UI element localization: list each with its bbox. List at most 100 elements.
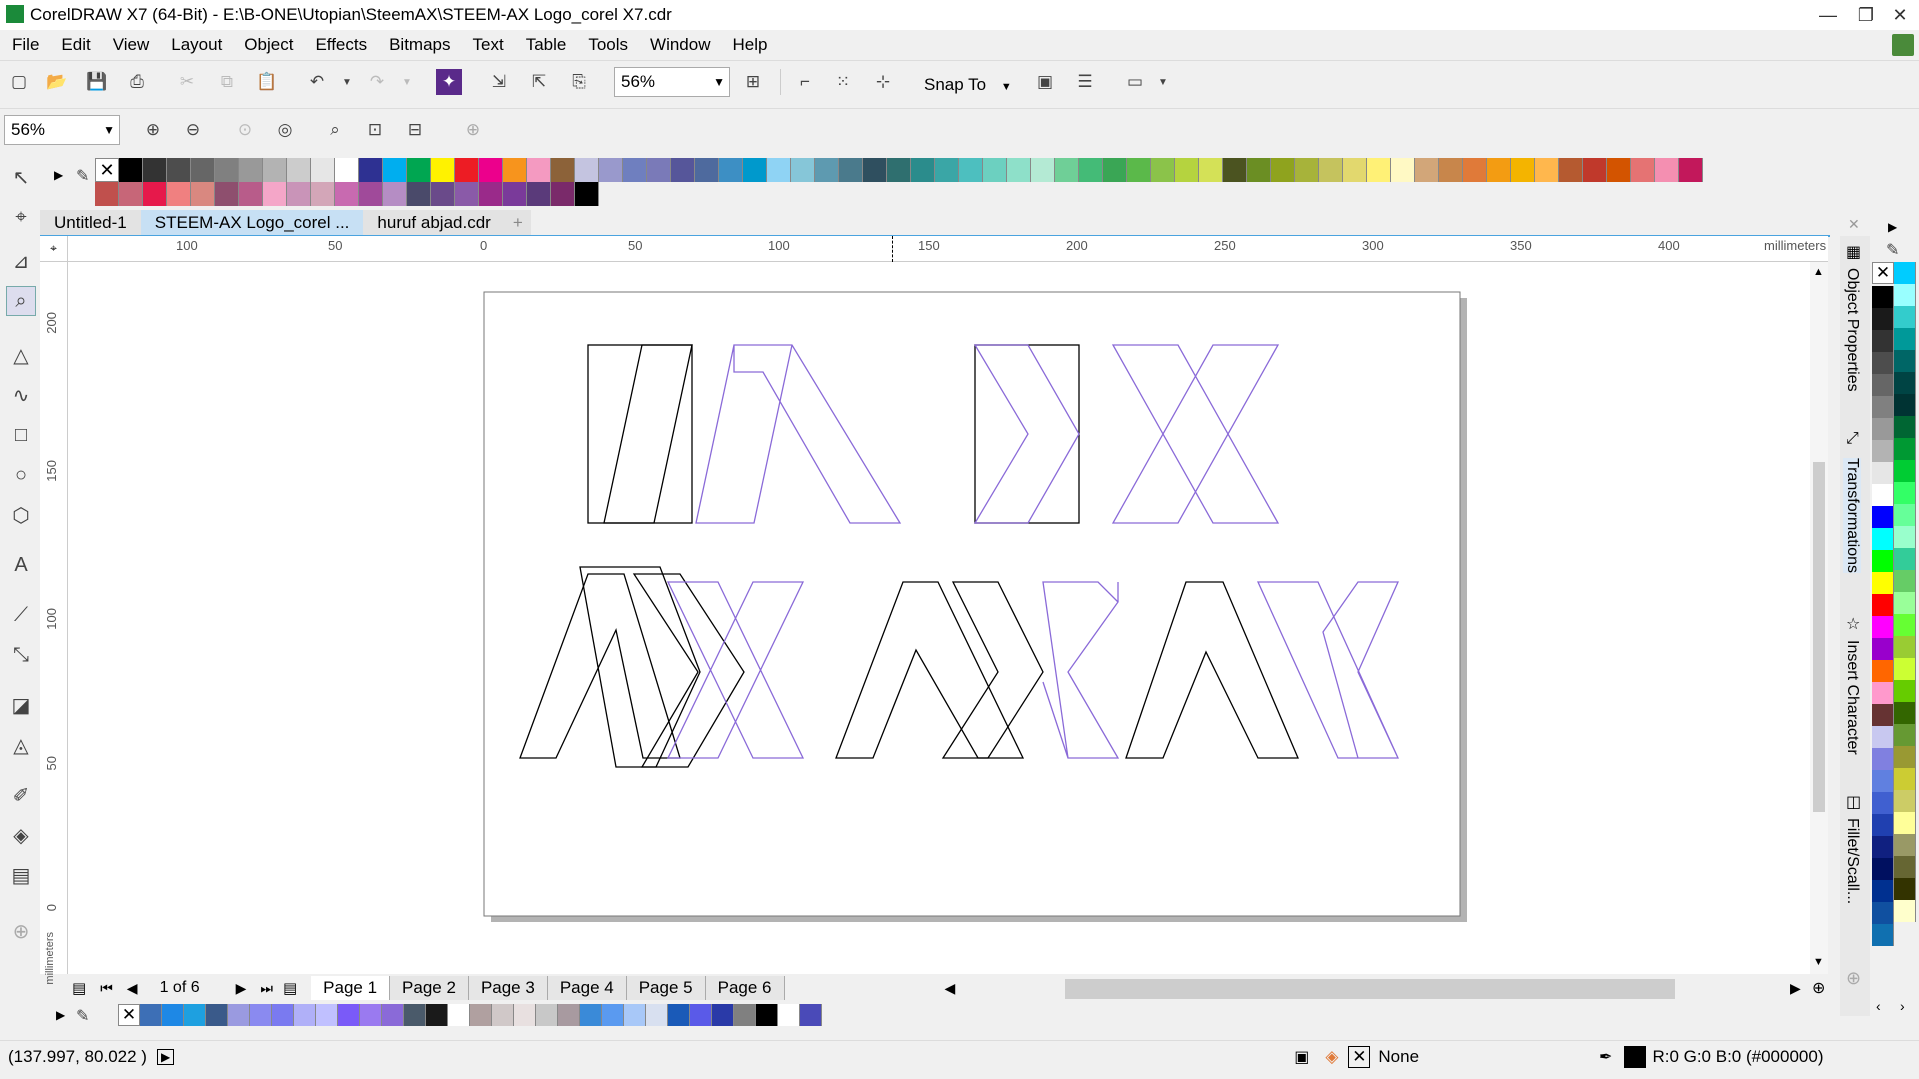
redo-dropdown-icon[interactable]: ▼ <box>394 69 420 95</box>
minimize-button[interactable]: — <box>1808 0 1848 30</box>
color-swatch[interactable] <box>228 1004 250 1026</box>
color-swatch[interactable] <box>1894 460 1916 482</box>
menu-window[interactable]: Window <box>639 35 721 55</box>
color-swatch[interactable] <box>1872 704 1894 726</box>
color-swatch[interactable] <box>1872 902 1894 924</box>
scroll-right-icon[interactable]: ▶ <box>1790 980 1801 997</box>
show-guidelines-icon[interactable]: ⊹ <box>870 69 896 95</box>
color-swatch[interactable] <box>1894 834 1916 856</box>
color-swatch[interactable] <box>404 1004 426 1026</box>
zoom-in-icon[interactable]: ⊕ <box>140 117 166 143</box>
bottom-eyedropper-icon[interactable]: ✎ <box>76 1006 89 1026</box>
color-swatch[interactable] <box>1894 724 1916 746</box>
color-swatch[interactable] <box>551 182 575 206</box>
color-swatch[interactable] <box>668 1004 690 1026</box>
color-swatch[interactable] <box>470 1004 492 1026</box>
eyedropper-icon[interactable]: ✎ <box>76 166 89 186</box>
color-swatch[interactable] <box>95 182 119 206</box>
color-swatch[interactable] <box>1415 158 1439 182</box>
color-swatch[interactable] <box>1872 528 1894 550</box>
color-swatch[interactable] <box>1894 878 1916 900</box>
color-swatch[interactable] <box>1894 284 1916 306</box>
color-swatch[interactable] <box>1872 286 1894 308</box>
color-swatch[interactable] <box>1151 158 1175 182</box>
color-swatch[interactable] <box>743 158 767 182</box>
color-swatch[interactable] <box>602 1004 624 1026</box>
color-swatch[interactable] <box>191 182 215 206</box>
color-swatch[interactable] <box>1894 900 1916 922</box>
color-swatch[interactable] <box>1199 158 1223 182</box>
color-swatch[interactable] <box>863 158 887 182</box>
color-eyedropper-tool-icon[interactable]: ✐ <box>6 780 36 810</box>
color-swatch[interactable] <box>1295 158 1319 182</box>
fill-icon[interactable]: ◈ <box>1325 1047 1338 1067</box>
color-swatch[interactable] <box>162 1004 184 1026</box>
color-swatch[interactable] <box>1079 158 1103 182</box>
color-swatch[interactable] <box>1559 158 1583 182</box>
ellipse-tool-icon[interactable]: ○ <box>6 460 36 490</box>
docker-tab-transformations[interactable]: Transformations <box>1843 458 1861 573</box>
paste-icon[interactable]: 📋 <box>254 69 280 95</box>
vertical-ruler[interactable]: 200 150 100 50 0 millimeters <box>40 262 68 985</box>
color-swatch[interactable] <box>1247 158 1271 182</box>
color-swatch[interactable] <box>712 1004 734 1026</box>
color-swatch[interactable] <box>1894 416 1916 438</box>
color-swatch[interactable] <box>887 158 911 182</box>
color-swatch[interactable] <box>1583 158 1607 182</box>
color-swatch[interactable] <box>558 1004 580 1026</box>
color-swatch[interactable] <box>1175 158 1199 182</box>
search-content-icon[interactable]: ✦ <box>436 69 462 95</box>
color-swatch[interactable] <box>695 158 719 182</box>
color-swatch[interactable] <box>407 158 431 182</box>
outline-color-swatch[interactable] <box>1624 1045 1647 1068</box>
color-swatch[interactable] <box>448 1004 470 1026</box>
cut-icon[interactable]: ✂ <box>174 69 200 95</box>
color-swatch[interactable] <box>492 1004 514 1026</box>
color-swatch[interactable] <box>1894 482 1916 504</box>
color-swatch[interactable] <box>1535 158 1559 182</box>
color-swatch[interactable] <box>671 158 695 182</box>
color-swatch[interactable] <box>479 158 503 182</box>
palette-scroll-icon[interactable]: ▶ <box>54 168 63 182</box>
color-swatch[interactable] <box>719 158 743 182</box>
tab-huruf-abjad[interactable]: huruf abjad.cdr <box>363 210 505 236</box>
color-swatch[interactable] <box>767 158 791 182</box>
color-swatch[interactable] <box>359 182 383 206</box>
color-swatch[interactable] <box>335 182 359 206</box>
crop-tool-icon[interactable]: ⊿ <box>6 246 36 276</box>
color-swatch[interactable] <box>575 182 599 206</box>
color-swatch[interactable] <box>215 158 239 182</box>
new-tab-icon[interactable]: + <box>504 210 531 236</box>
color-swatch[interactable] <box>1872 814 1894 836</box>
color-swatch[interactable] <box>431 158 455 182</box>
fill-none-icon[interactable]: ✕ <box>1348 1045 1371 1068</box>
color-swatch[interactable] <box>1271 158 1295 182</box>
color-swatch[interactable] <box>791 158 815 182</box>
color-swatch[interactable] <box>1894 592 1916 614</box>
color-swatch[interactable] <box>1872 924 1894 946</box>
scroll-up-icon[interactable]: ▲ <box>1813 266 1824 278</box>
color-swatch[interactable] <box>959 158 983 182</box>
color-swatch[interactable] <box>756 1004 778 1026</box>
launcher-dropdown-icon[interactable]: ▼ <box>1150 69 1176 95</box>
color-swatch[interactable] <box>1655 158 1679 182</box>
color-swatch[interactable] <box>1872 638 1894 660</box>
color-swatch[interactable] <box>1894 372 1916 394</box>
publish-pdf-icon[interactable]: ⎘ <box>566 69 592 95</box>
color-swatch[interactable] <box>1319 158 1343 182</box>
full-screen-preview-icon[interactable]: ⊞ <box>740 69 766 95</box>
zoom-to-page-icon[interactable]: ⌕ <box>322 117 348 143</box>
menu-effects[interactable]: Effects <box>304 35 378 55</box>
zoom-to-all-objects-icon[interactable]: ◎ <box>272 117 298 143</box>
docker-tab-object-properties[interactable]: Object Properties <box>1843 268 1861 392</box>
color-swatch[interactable] <box>1343 158 1367 182</box>
show-rulers-icon[interactable]: ⌐ <box>792 69 818 95</box>
page-tab-1[interactable]: Page 1 <box>311 976 391 1000</box>
color-swatch[interactable] <box>143 182 167 206</box>
zoom-to-page-width-icon[interactable]: ⊡ <box>362 117 388 143</box>
color-swatch[interactable] <box>551 158 575 182</box>
color-swatch[interactable] <box>1872 352 1894 374</box>
first-page-icon[interactable]: ⏮ <box>100 980 113 997</box>
color-swatch[interactable] <box>1894 350 1916 372</box>
color-swatch[interactable] <box>527 182 551 206</box>
